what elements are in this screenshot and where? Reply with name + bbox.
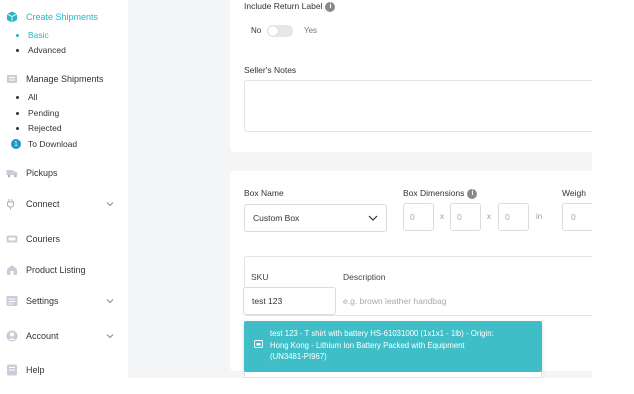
multiply-sign: x (440, 212, 444, 221)
suggestion-line-3: (UN3481-PI967) (270, 352, 327, 361)
sidebar-item-label: Couriers (26, 234, 61, 244)
toggle-no-label: No (251, 26, 262, 35)
description-label: Description (343, 272, 386, 282)
package-icon (254, 340, 263, 348)
sidebar: Create Shipments Basic Advanced Manage S… (0, 0, 128, 378)
courier-icon (6, 233, 18, 245)
sidebar-subitem-all[interactable]: All (16, 92, 37, 102)
bottom-edge (0, 378, 634, 394)
sidebar-item-help[interactable]: Help (6, 364, 45, 376)
sidebar-item-account[interactable]: Account (6, 330, 59, 342)
description-placeholder: e.g. brown leather handbag (343, 296, 447, 306)
app-root: Create Shipments Basic Advanced Manage S… (0, 0, 634, 394)
sidebar-item-label: Manage Shipments (26, 74, 104, 84)
box-height-value: 0 (505, 212, 510, 222)
info-icon[interactable]: i (467, 188, 478, 199)
sidebar-subitem-rejected[interactable]: Rejected (16, 123, 62, 133)
sidebar-subitem-label: Basic (28, 30, 49, 40)
sidebar-subitem-advanced[interactable]: Advanced (16, 45, 66, 55)
box-width-value: 0 (457, 212, 462, 222)
sidebar-subitem-label: Advanced (28, 45, 66, 55)
sidebar-item-label: Account (26, 331, 59, 341)
sidebar-item-label: Create Shipments (26, 12, 99, 22)
sidebar-item-label: Help (26, 365, 45, 375)
sidebar-item-label: Pickups (26, 168, 58, 178)
main-content: Include Return Label i No Yes Seller's No… (128, 0, 614, 378)
sidebar-item-pickups[interactable]: Pickups (6, 167, 58, 179)
toggle-knob (268, 26, 278, 36)
weight-value: 0 (571, 212, 576, 222)
return-label-text: Include Return Label (244, 1, 323, 11)
sellers-notes-label: Seller's Notes (244, 65, 297, 75)
shipment-options-card: Include Return Label i No Yes Seller's No… (230, 0, 614, 152)
info-icon[interactable]: i (325, 1, 336, 12)
plug-icon (6, 198, 18, 210)
chevron-down-icon[interactable] (106, 297, 114, 305)
store-icon (6, 264, 18, 276)
settings-icon (6, 295, 18, 307)
bullet (16, 111, 19, 115)
sku-input[interactable]: test 123 (243, 287, 336, 315)
sku-suggestion-item[interactable]: test 123 - T shirt with battery HS-61031… (244, 321, 542, 372)
return-label-heading: Include Return Label i (244, 1, 336, 12)
suggestion-line-1: test 123 - T shirt with battery HS-61031… (270, 329, 494, 338)
chevron-down-icon (368, 214, 378, 222)
sidebar-item-create-shipments[interactable]: Create Shipments (6, 11, 98, 23)
sidebar-subitem-label: To Download (28, 139, 78, 149)
chevron-down-icon[interactable] (106, 200, 114, 208)
sku-label: SKU (251, 272, 269, 282)
user-icon (6, 330, 18, 342)
box-width-input[interactable]: 0 (450, 203, 481, 231)
truck-icon (6, 167, 18, 179)
sidebar-subitem-label: All (28, 92, 38, 102)
chevron-down-icon[interactable] (106, 332, 114, 340)
box-length-input[interactable]: 0 (403, 203, 434, 231)
description-input[interactable]: e.g. brown leather handbag (343, 296, 447, 306)
sidebar-item-settings[interactable]: Settings (6, 295, 59, 307)
sidebar-item-product-listing[interactable]: Product Listing (6, 264, 86, 276)
sidebar-item-label: Connect (26, 199, 60, 209)
box-dimensions-label: Box Dimensions (403, 188, 465, 198)
unit-label: in (536, 212, 543, 221)
sidebar-item-manage-shipments[interactable]: Manage Shipments (6, 73, 104, 85)
box-name-label: Box Name (244, 188, 284, 198)
bullet (16, 33, 19, 37)
box-name-select[interactable]: Custom Box (244, 204, 387, 232)
sidebar-item-label: Settings (26, 296, 59, 306)
sidebar-subitem-basic[interactable]: Basic (16, 30, 49, 40)
box-icon (6, 11, 18, 23)
box-dimensions-heading: Box Dimensions i (403, 188, 478, 199)
sku-value: test 123 (252, 296, 283, 306)
return-label-toggle[interactable] (267, 25, 293, 37)
sidebar-item-label: Product Listing (26, 265, 86, 275)
sidebar-subitem-label: Pending (28, 108, 60, 118)
sidebar-item-connect[interactable]: Connect (6, 198, 60, 210)
sidebar-subitem-pending[interactable]: Pending (16, 108, 59, 118)
toggle-yes-label: Yes (304, 26, 318, 35)
box-height-input[interactable]: 0 (498, 203, 529, 231)
multiply-sign: x (487, 212, 491, 221)
sidebar-subitem-label: Rejected (28, 123, 62, 133)
weight-label: Weigh (562, 188, 586, 198)
to-download-badge: 1 (11, 139, 21, 149)
list-icon (6, 73, 18, 85)
suggestion-line-2: Hong Kong - Lithium Ion Battery Packed w… (270, 340, 465, 350)
box-name-value: Custom Box (253, 213, 300, 223)
bullet (16, 48, 19, 52)
help-icon (6, 364, 18, 376)
sellers-notes-textarea[interactable] (244, 80, 614, 132)
right-edge (592, 0, 634, 394)
bullet (16, 95, 19, 99)
bullet (16, 126, 19, 130)
sidebar-item-couriers[interactable]: Couriers (6, 233, 60, 245)
sidebar-subitem-to-download[interactable]: To Download (28, 139, 77, 149)
box-length-value: 0 (410, 212, 415, 222)
